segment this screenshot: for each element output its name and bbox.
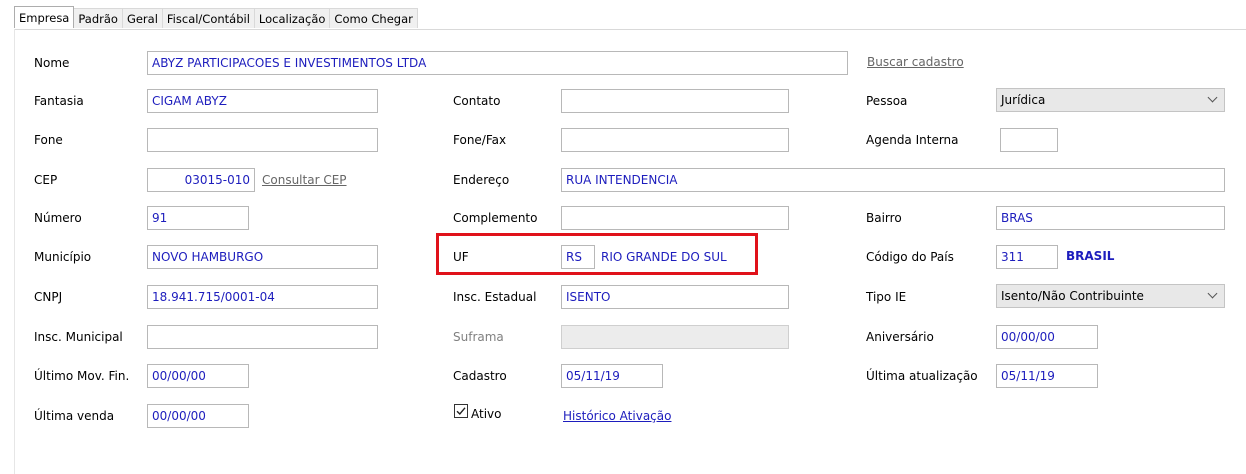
buscar-cadastro-link[interactable]: Buscar cadastro (867, 55, 964, 69)
chevron-down-icon (1207, 288, 1218, 299)
pessoa-selected-value: Jurídica (1001, 93, 1046, 107)
uf-field[interactable]: RS (561, 245, 595, 269)
tab-bar: Empresa Padrão Geral Fiscal/Contábil Loc… (14, 6, 418, 30)
tab-panel-border (14, 29, 1246, 30)
fone-field[interactable] (147, 128, 378, 152)
insc-estadual-field[interactable]: ISENTO (561, 285, 789, 309)
endereco-field[interactable]: RUA INTENDENCIA (561, 168, 1225, 192)
municipio-label: Município (34, 250, 92, 264)
cadastro-field[interactable]: 05/11/19 (561, 364, 663, 388)
cep-label: CEP (34, 173, 58, 187)
ativo-checkbox[interactable] (454, 404, 468, 418)
ultima-atualizacao-label: Última atualização (866, 369, 978, 383)
fone-label: Fone (34, 133, 63, 147)
tipo-ie-selected-value: Isento/Não Contribuinte (1001, 289, 1144, 303)
insc-municipal-label: Insc. Municipal (34, 330, 123, 344)
ultima-venda-field[interactable]: 00/00/00 (147, 404, 249, 428)
aniversario-label: Aniversário (866, 330, 934, 344)
ultima-atualizacao-field[interactable]: 05/11/19 (996, 364, 1098, 388)
aniversario-field[interactable]: 00/00/00 (996, 325, 1098, 349)
pais-name: BRASIL (1066, 249, 1115, 263)
ativo-label: Ativo (471, 407, 502, 421)
municipio-field[interactable]: NOVO HAMBURGO (147, 245, 378, 269)
historico-ativacao-link[interactable]: Histórico Ativação (563, 409, 671, 423)
nome-field[interactable]: ABYZ PARTICIPACOES E INVESTIMENTOS LTDA (147, 51, 848, 75)
fantasia-label: Fantasia (34, 94, 84, 108)
ultima-venda-label: Última venda (34, 409, 115, 423)
tab-padrao[interactable]: Padrão (74, 8, 123, 28)
suframa-label: Suframa (453, 330, 504, 344)
agenda-interna-label: Agenda Interna (866, 133, 959, 147)
tab-como-chegar[interactable]: Como Chegar (330, 8, 418, 28)
chevron-down-icon (1207, 92, 1218, 103)
cep-field[interactable]: 03015-010 (147, 168, 255, 192)
check-icon (456, 407, 466, 416)
cadastro-label: Cadastro (453, 369, 507, 383)
fantasia-field[interactable]: CIGAM ABYZ (147, 89, 378, 113)
tab-fiscal-contabil[interactable]: Fiscal/Contábil (162, 8, 255, 28)
uf-name: RIO GRANDE DO SUL (601, 250, 727, 264)
tab-empresa[interactable]: Empresa (14, 6, 75, 28)
fone-fax-field[interactable] (561, 128, 789, 152)
pessoa-select[interactable]: Jurídica (996, 88, 1225, 112)
endereco-label: Endereço (453, 173, 510, 187)
tab-panel-left-border (14, 29, 15, 474)
agenda-interna-field[interactable] (1000, 128, 1058, 152)
bairro-field[interactable]: BRAS (996, 206, 1225, 230)
fone-fax-label: Fone/Fax (453, 133, 507, 147)
tab-localizacao[interactable]: Localização (254, 8, 331, 28)
complemento-field[interactable] (561, 206, 789, 230)
contato-field[interactable] (561, 89, 789, 113)
insc-municipal-field[interactable] (147, 325, 378, 349)
codigo-pais-label: Código do País (866, 250, 954, 264)
ultimo-mov-fin-field[interactable]: 00/00/00 (147, 364, 249, 388)
contato-label: Contato (453, 94, 501, 108)
numero-field[interactable]: 91 (147, 206, 249, 230)
insc-estadual-label: Insc. Estadual (453, 290, 537, 304)
uf-label: UF (453, 250, 469, 264)
numero-label: Número (34, 211, 82, 225)
cnpj-field[interactable]: 18.941.715/0001-04 (147, 285, 378, 309)
pessoa-label: Pessoa (866, 94, 908, 108)
bairro-label: Bairro (866, 211, 902, 225)
complemento-label: Complemento (453, 211, 538, 225)
tab-geral[interactable]: Geral (122, 8, 163, 28)
consultar-cep-link[interactable]: Consultar CEP (262, 173, 347, 187)
ultimo-mov-fin-label: Último Mov. Fin. (34, 369, 130, 383)
tipo-ie-select[interactable]: Isento/Não Contribuinte (996, 284, 1225, 308)
codigo-pais-field[interactable]: 311 (996, 245, 1058, 269)
tipo-ie-label: Tipo IE (866, 290, 907, 304)
cnpj-label: CNPJ (34, 290, 63, 304)
suframa-field (561, 325, 789, 349)
nome-label: Nome (34, 56, 70, 70)
